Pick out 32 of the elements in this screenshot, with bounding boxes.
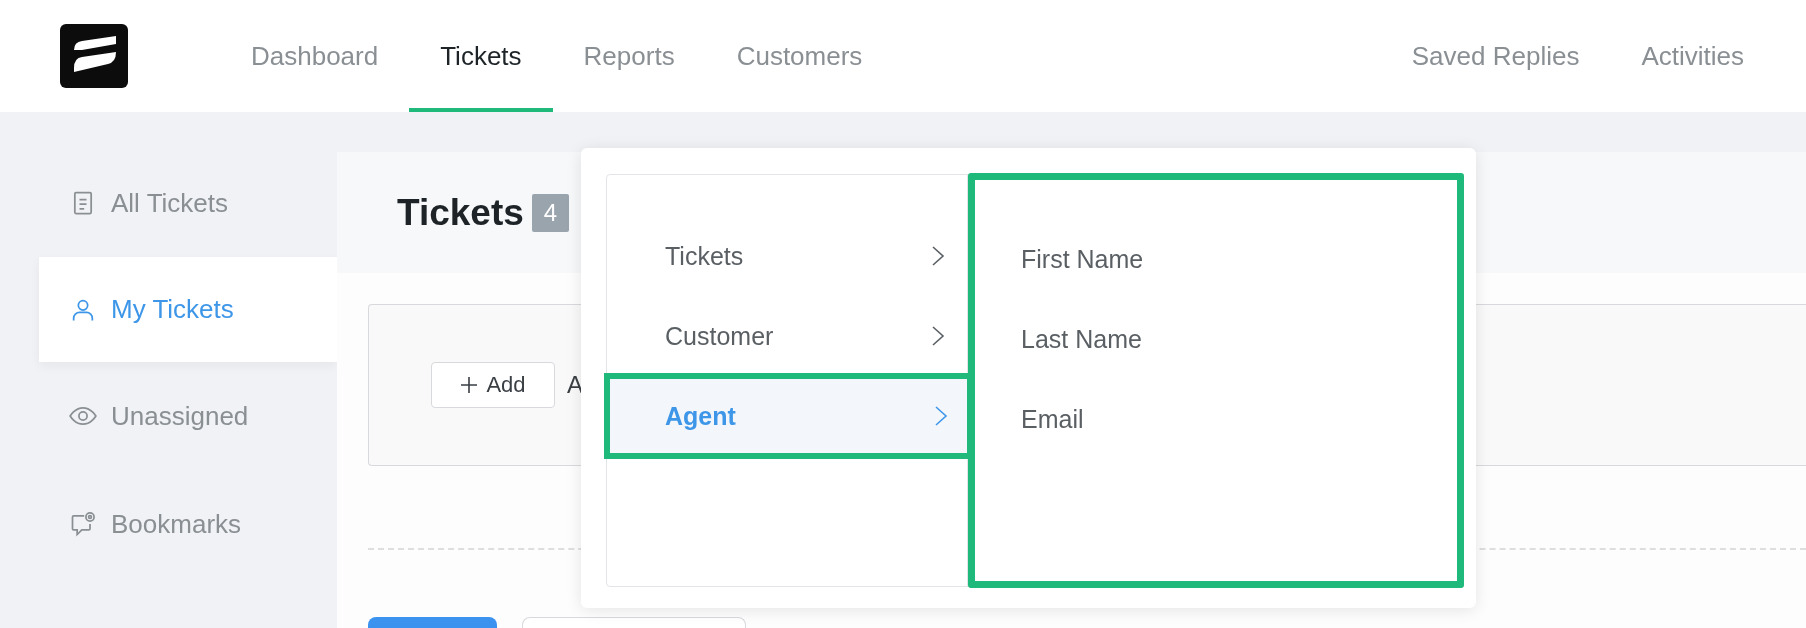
menu-item-label: Tickets	[665, 241, 744, 271]
logo-icon[interactable]	[60, 24, 128, 88]
menu-item[interactable]: Tickets	[607, 216, 967, 296]
chevron-right-icon	[934, 405, 948, 427]
sidebar-item-label: My Tickets	[111, 294, 234, 325]
submenu-item[interactable]: First Name	[1021, 219, 1457, 299]
sidebar-item-label: Bookmarks	[111, 508, 242, 540]
chevron-right-icon	[931, 325, 945, 347]
chat-mention-icon	[69, 510, 97, 538]
plus-icon	[460, 376, 479, 394]
sidebar-item[interactable]: Bookmarks	[39, 470, 337, 578]
sidebar-item[interactable]: All Tickets	[39, 149, 337, 257]
sidebar-item[interactable]: Unassigned	[39, 362, 337, 470]
chevron-right-icon	[931, 245, 945, 267]
count-badge: 4	[531, 193, 570, 232]
nav-link[interactable]: Activities	[1610, 0, 1775, 112]
sidebar-item-label: All Tickets	[111, 187, 229, 219]
menu-item-label: Agent	[665, 401, 736, 431]
nav-tab[interactable]: Customers	[705, 0, 894, 112]
menu-item-label: Customer	[665, 321, 774, 351]
menu-item[interactable]: Agent	[607, 376, 970, 456]
nav-link[interactable]: Saved Replies	[1380, 0, 1611, 112]
submenu-item[interactable]: Email	[1021, 379, 1457, 459]
nav-tab[interactable]: Reports	[552, 0, 706, 112]
nav-tab[interactable]: Dashboard	[220, 0, 410, 112]
page-title: Tickets	[397, 191, 524, 234]
sidebar-item-label: Unassigned	[111, 400, 249, 432]
nav-tab[interactable]: Tickets	[409, 0, 553, 112]
add-button[interactable]: Add	[431, 362, 555, 408]
menu-item[interactable]: Customer	[607, 296, 967, 376]
sidebar-item[interactable]: My Tickets	[39, 257, 337, 362]
submenu-item[interactable]: Last Name	[1021, 299, 1457, 379]
